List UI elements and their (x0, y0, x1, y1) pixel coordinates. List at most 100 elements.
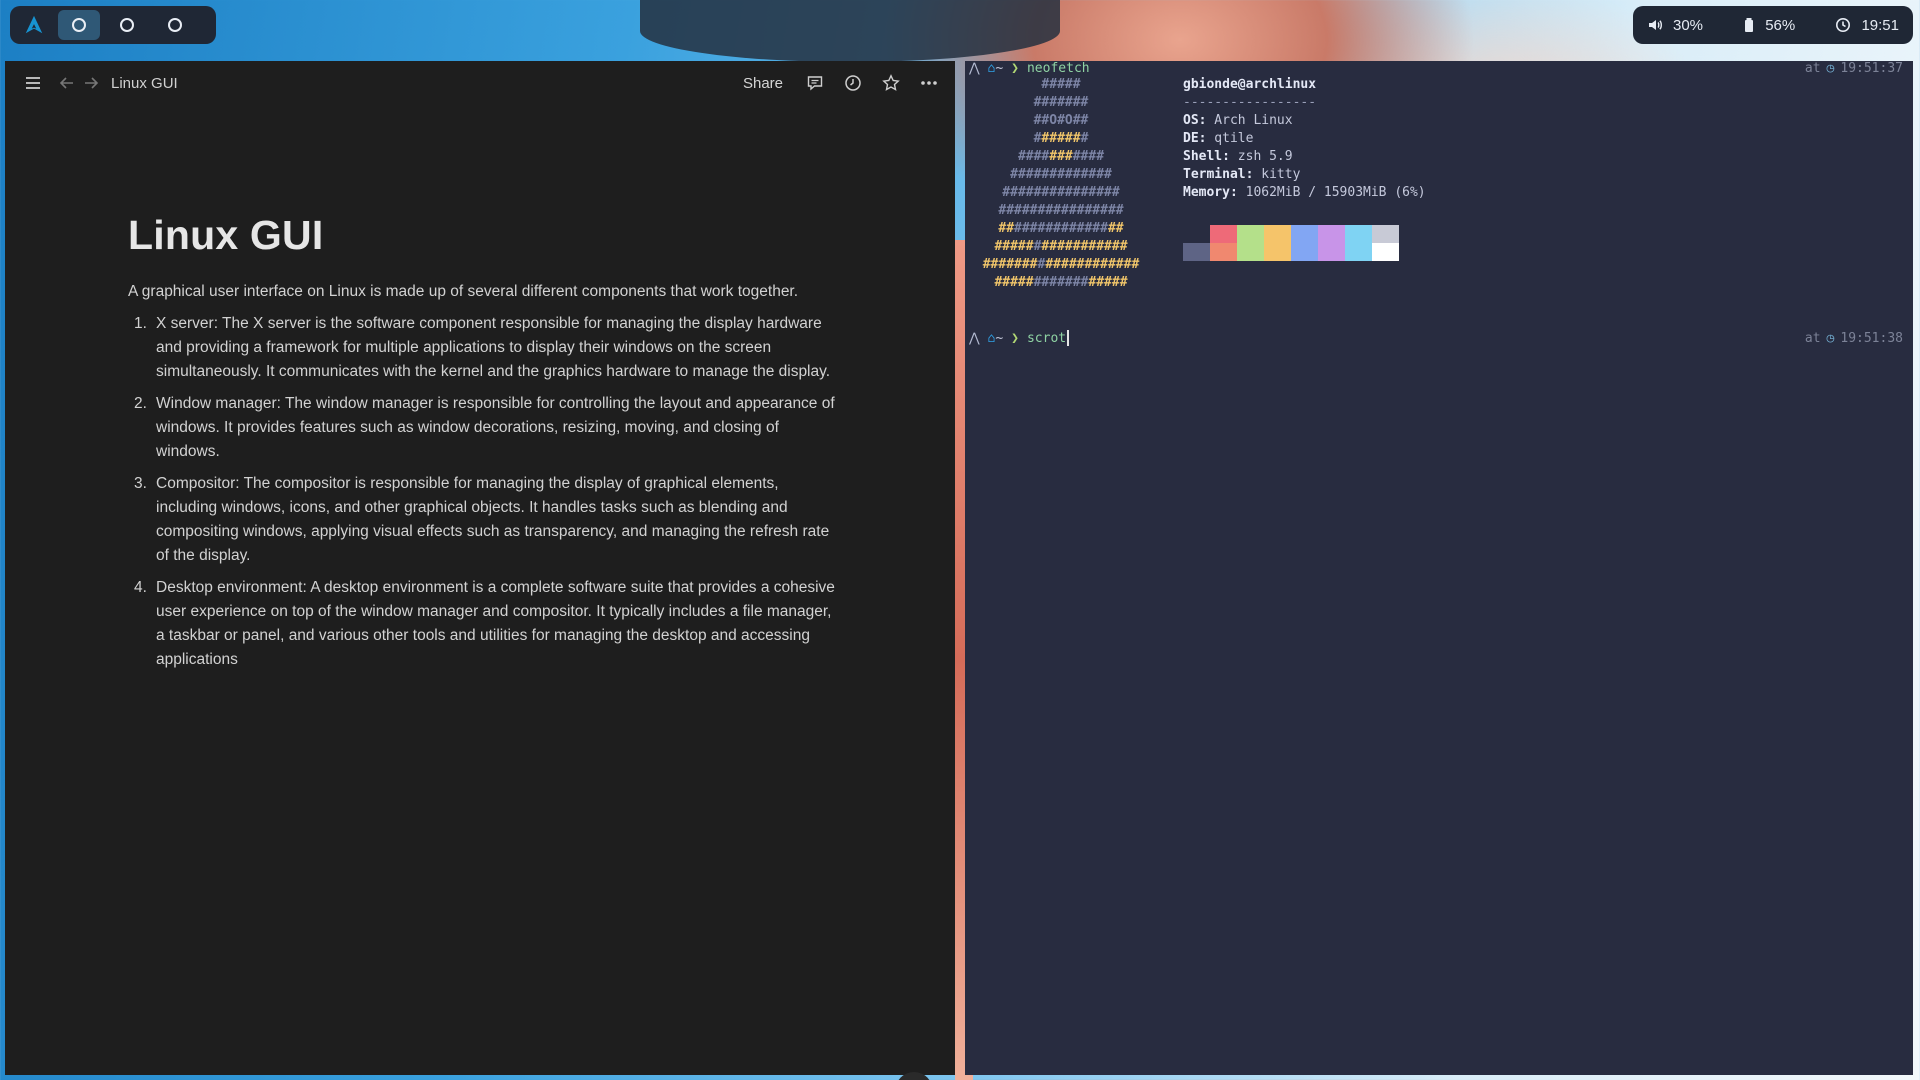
volume-indicator[interactable]: 30% (1647, 17, 1703, 34)
color-swatch (1264, 225, 1291, 243)
color-swatch (1237, 243, 1264, 261)
wallpaper-art (640, 0, 1060, 62)
prompt-dir: ~ (995, 60, 1004, 76)
arch-prompt-icon: ⋀ (969, 330, 980, 346)
color-swatch (1372, 243, 1399, 261)
arch-logo-icon[interactable] (16, 10, 52, 40)
info-key: DE: (1183, 131, 1207, 146)
info-row-memory: Memory: 1062MiB / 15903MiB (6%) (1183, 184, 1426, 202)
list-number: 2. (134, 395, 147, 413)
info-value: 1062MiB / 15903MiB (6%) (1237, 185, 1426, 200)
command-text: neofetch (1026, 60, 1090, 76)
info-row-de: DE: qtile (1183, 130, 1426, 148)
comment-icon[interactable] (803, 71, 827, 95)
color-palette (1183, 225, 1399, 261)
info-value: kitty (1253, 167, 1301, 182)
logo-segment: ####### (1033, 275, 1089, 290)
star-icon[interactable] (879, 71, 903, 95)
neofetch-info: gbionde@archlinux ----------------- OS: … (1183, 76, 1426, 202)
color-swatch (1237, 225, 1264, 243)
color-swatch (1291, 225, 1318, 243)
menu-icon[interactable] (21, 71, 45, 95)
workspace-2-button[interactable] (106, 10, 148, 40)
logo-line: ################ (965, 220, 1157, 238)
logo-line: ##### (965, 76, 1157, 94)
text-cursor (1067, 330, 1070, 346)
list-number: 4. (134, 579, 147, 597)
arch-ascii-logo: ##### ####### ##O#O## ####### ########### ###… (965, 76, 1157, 292)
command-input[interactable]: scrot (1027, 331, 1066, 346)
logo-line: #################### (965, 256, 1157, 274)
list-text: X server: The X server is the software c… (156, 315, 831, 381)
info-row-terminal: Terminal: kitty (1183, 166, 1426, 184)
back-arrow-icon[interactable] (55, 71, 79, 95)
timestamp-value: 19:51:37 (1840, 60, 1903, 76)
workspace-1-button[interactable] (58, 10, 100, 40)
workspace-3-button[interactable] (154, 10, 196, 40)
logo-segment: ####### (1033, 95, 1089, 110)
list-number: 3. (134, 475, 147, 493)
timestamp-1: at ◷ 19:51:37 (1805, 59, 1903, 77)
logo-segment: ## (1107, 221, 1124, 236)
logo-segment: ### (1049, 149, 1073, 164)
color-swatch (1372, 225, 1399, 243)
clock-icon (1836, 18, 1851, 32)
notes-window: Linux GUI Share Linux GUI A graphical us… (5, 61, 955, 1080)
info-key: OS: (1183, 113, 1207, 128)
logo-line: ############### (965, 184, 1157, 202)
clock-indicator[interactable]: 19:51 (1835, 17, 1899, 34)
info-key: Memory: (1183, 185, 1238, 200)
info-row-shell: Shell: zsh 5.9 (1183, 148, 1426, 166)
system-tray: 30% 56% 19:51 (1633, 6, 1913, 44)
history-icon[interactable] (841, 71, 865, 95)
prompt-symbol: ❯ (1011, 60, 1019, 76)
list-item: 4. Desktop environment: A desktop environ… (128, 576, 840, 672)
breadcrumb[interactable]: Linux GUI (111, 75, 178, 92)
separator-line: ----------------- (1183, 95, 1317, 110)
color-swatch (1291, 243, 1318, 261)
logo-segment: # (1080, 131, 1089, 146)
battery-value: 56% (1765, 16, 1796, 34)
at-label: at (1804, 330, 1821, 346)
info-value: zsh 5.9 (1229, 149, 1293, 164)
color-swatch (1318, 225, 1345, 243)
volume-value: 30% (1673, 16, 1704, 34)
battery-indicator[interactable]: 56% (1743, 17, 1795, 34)
color-swatch (1210, 225, 1237, 243)
share-button[interactable]: Share (743, 75, 783, 92)
color-swatch (1210, 243, 1237, 261)
logo-segment: ############ (1014, 221, 1108, 236)
color-swatch (1264, 243, 1291, 261)
list-text: Desktop environment: A desktop environme… (156, 579, 835, 669)
logo-line: ################# (965, 238, 1157, 256)
home-icon: ⌂ (979, 60, 996, 76)
logo-line: ####### (965, 94, 1157, 112)
more-icon[interactable] (917, 71, 941, 95)
timestamp-2: at ◷ 19:51:38 (1805, 329, 1903, 347)
notes-header: Linux GUI Share (5, 61, 955, 105)
terminal-window[interactable]: ⋀ ⌂ ~ ❯ neofetch at ◷ 19:51:37 ##### ####… (965, 61, 1913, 1075)
speaker-icon (1649, 20, 1662, 30)
list-number: 1. (134, 315, 147, 333)
info-key: Shell: (1183, 149, 1230, 164)
arch-prompt-icon: ⋀ (969, 60, 980, 76)
logo-segment: ###### (1080, 239, 1128, 254)
logo-line: ################ (965, 202, 1157, 220)
prompt-line-2: ⋀ ⌂ ~ ❯ scrot (969, 329, 1070, 347)
circle-icon (72, 18, 86, 32)
info-row-os: OS: Arch Linux (1183, 112, 1426, 130)
info-key: Terminal: (1183, 167, 1254, 182)
color-swatch (1183, 243, 1210, 261)
logo-segment: ##O#O## (1033, 113, 1089, 128)
logo-segment: #### (1072, 149, 1105, 164)
color-swatch (1345, 225, 1372, 243)
color-swatch (1318, 243, 1345, 261)
list-text: Window manager: The window manager is re… (156, 395, 835, 461)
logo-segment: ##### (1088, 275, 1128, 290)
numbered-list: 1. X server: The X server is the software… (128, 312, 840, 672)
battery-icon (1745, 18, 1754, 32)
forward-arrow-icon[interactable] (79, 71, 103, 95)
document-body[interactable]: Linux GUI A graphical user interface on … (128, 211, 840, 680)
logo-line: ############# (965, 166, 1157, 184)
help-button[interactable]: ? (895, 1072, 933, 1080)
